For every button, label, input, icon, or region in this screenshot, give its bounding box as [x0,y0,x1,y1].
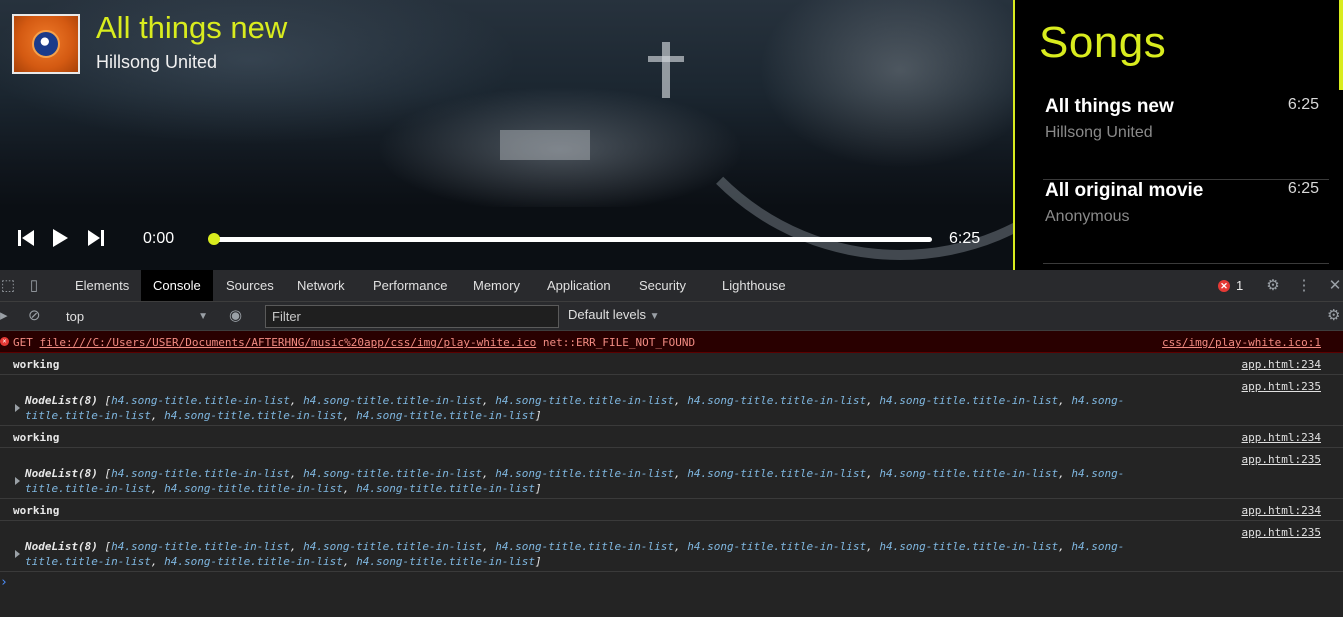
eye-icon[interactable]: ◉ [229,308,242,324]
album-art [12,14,80,74]
songs-heading: Songs [1039,18,1167,67]
error-url-link[interactable]: file:///C:/Users/USER/Documents/AFTERHNG… [40,336,537,349]
song-artist: Anonymous [1045,208,1130,225]
nodelist-source-link[interactable]: app.html:235 [1242,526,1321,539]
log-message: working [13,504,60,517]
skip-forward-icon [88,230,104,246]
console-nodelist-row: NodeList(8) [h4.song-title.title-in-list… [0,375,1343,426]
next-button[interactable] [86,228,106,248]
music-player: All things new Hillsong United 0:00 6:25 [0,0,1013,270]
log-message: working [13,431,60,444]
log-levels-label: Default levels [568,307,647,322]
console-toolbar: ▸ ⊘ top ▼ ◉ Default levels ▼ ⚙ [0,302,1343,331]
console-log-row: working app.html:234 [0,426,1343,448]
tab-network[interactable]: Network [285,270,357,301]
error-icon: ✕ [0,337,9,346]
nodelist-source-link[interactable]: app.html:235 [1242,453,1321,466]
chevron-down-icon: ▼ [649,311,660,322]
context-selector[interactable]: top ▼ [60,306,212,327]
device-toolbar-icon[interactable]: ▯ [26,278,42,294]
console-log-row: working app.html:234 [0,499,1343,521]
inspect-element-icon[interactable]: ⬚ [0,278,16,294]
now-playing-artist: Hillsong United [96,52,218,72]
console-nodelist-row: NodeList(8) [h4.song-title.title-in-list… [0,521,1343,572]
clear-console-icon[interactable]: ⊘ [28,308,41,324]
play-button[interactable] [50,228,70,248]
current-time: 0:00 [143,230,175,247]
now-playing-title: All things new [96,10,288,45]
song-title: All things new [1045,96,1174,117]
tab-lighthouse[interactable]: Lighthouse [710,270,798,301]
tab-console[interactable]: Console [141,270,213,301]
log-message: working [13,358,60,371]
request-method: GET [13,336,33,349]
total-time: 6:25 [949,230,981,247]
tab-sources[interactable]: Sources [214,270,286,301]
nodelist-output: NodeList(8) [h4.song-title.title-in-list… [25,540,1125,568]
playback-controls: 0:00 6:25 [0,207,1013,270]
tab-security[interactable]: Security [627,270,698,301]
songs-panel: Songs All things new Hillsong United 6:2… [1013,0,1343,270]
chevron-down-icon: ▼ [198,311,208,322]
tab-elements[interactable]: Elements [63,270,141,301]
previous-button[interactable] [16,228,36,248]
filter-input[interactable] [265,305,559,328]
close-icon[interactable]: ✕ [1327,278,1343,294]
log-source-link[interactable]: app.html:234 [1242,504,1321,517]
expand-arrow-icon[interactable] [15,550,20,558]
team-logo-icon [32,30,60,58]
error-source-link[interactable]: css/img/play-white.ico:1 [1162,336,1321,349]
progress-handle[interactable] [208,233,220,245]
devtools-tabbar: ⬚ ▯ Elements Console Sources Network Per… [0,270,1343,302]
progress-bar[interactable] [214,237,932,242]
play-icon [53,229,68,247]
nodelist-output: NodeList(8) [h4.song-title.title-in-list… [25,467,1125,495]
console-output: ✕ GET file:///C:/Users/USER/Documents/AF… [0,331,1343,617]
console-settings-gear-icon[interactable]: ⚙ [1327,308,1340,324]
error-count-badge[interactable]: ✕ 1 [1218,278,1243,293]
song-duration: 6:25 [1287,96,1319,113]
song-title: All original movie [1045,180,1204,201]
scrollbar[interactable] [1339,0,1343,90]
nodelist-source-link[interactable]: app.html:235 [1242,380,1321,393]
error-icon: ✕ [1218,279,1230,292]
song-item[interactable]: All things new Hillsong United 6:25 [1043,96,1329,180]
tab-memory[interactable]: Memory [461,270,532,301]
settings-gear-icon[interactable]: ⚙ [1265,278,1281,294]
nodelist-output: NodeList(8) [h4.song-title.title-in-list… [25,394,1125,422]
context-value: top [66,309,85,324]
console-error-row: ✕ GET file:///C:/Users/USER/Documents/AF… [0,331,1343,353]
console-log-row: working app.html:234 [0,353,1343,375]
song-duration: 6:25 [1287,180,1319,197]
skip-back-icon [18,230,34,246]
log-source-link[interactable]: app.html:234 [1242,431,1321,444]
song-artist: Hillsong United [1045,124,1153,141]
error-count: 1 [1236,278,1244,293]
log-source-link[interactable]: app.html:234 [1242,358,1321,371]
log-levels-dropdown[interactable]: Default levels ▼ [568,307,660,322]
expand-arrow-icon[interactable] [15,404,20,412]
expand-arrow-icon[interactable] [15,477,20,485]
error-code: net::ERR_FILE_NOT_FOUND [542,336,696,349]
console-nodelist-row: NodeList(8) [h4.song-title.title-in-list… [0,448,1343,499]
devtools-panel: ⬚ ▯ Elements Console Sources Network Per… [0,270,1343,617]
song-item[interactable]: All original movie Anonymous 6:25 [1043,180,1329,264]
more-options-icon[interactable]: ⋮ [1296,278,1312,294]
tab-performance[interactable]: Performance [361,270,459,301]
console-prompt-icon[interactable]: › [0,575,8,590]
sidebar-toggle-icon[interactable]: ▸ [0,308,8,324]
tab-application[interactable]: Application [535,270,623,301]
